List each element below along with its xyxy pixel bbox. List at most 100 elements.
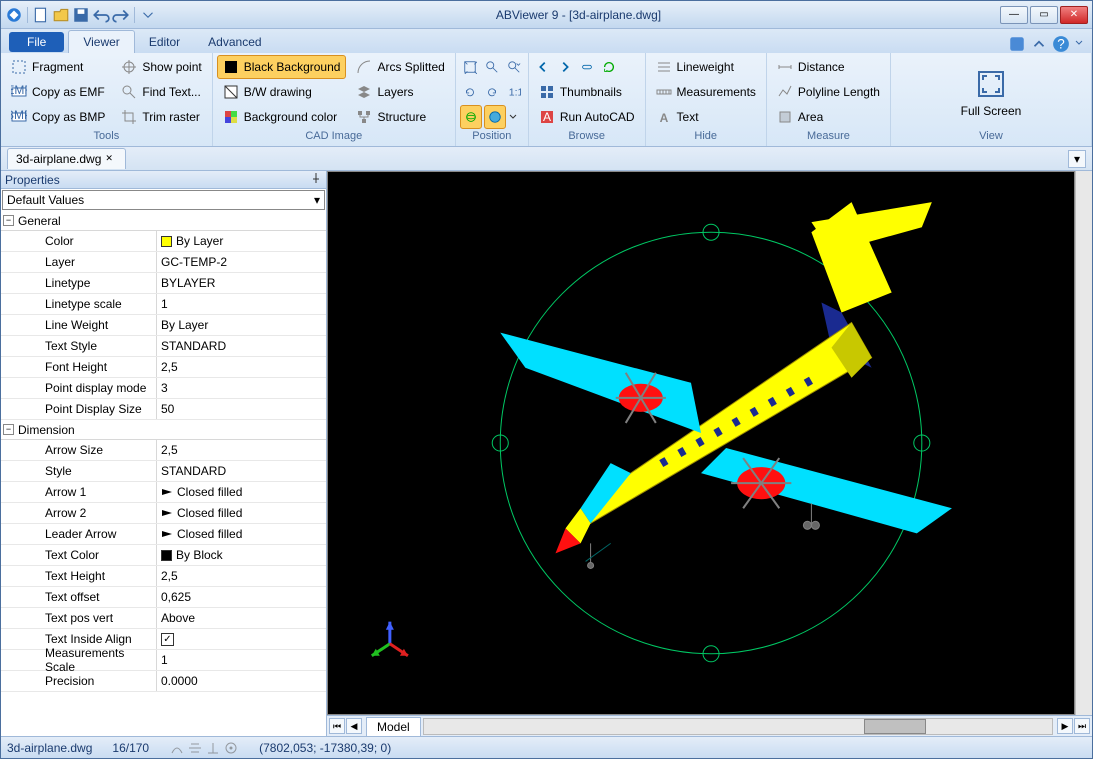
fragment-button[interactable]: Fragment xyxy=(5,55,111,79)
layers-button[interactable]: Layers xyxy=(350,80,450,104)
property-row[interactable]: Arrow Size2,5 xyxy=(1,440,326,461)
document-tab[interactable]: 3d-airplane.dwg ✕ xyxy=(7,148,126,169)
app-icon xyxy=(5,6,23,24)
chevron-up-icon[interactable] xyxy=(1030,35,1048,53)
full-screen-button[interactable]: Full Screen xyxy=(956,55,1026,130)
run-autocad-button[interactable]: ARun AutoCAD xyxy=(533,105,641,129)
model-tab[interactable]: Model xyxy=(366,717,421,736)
fit-button[interactable] xyxy=(460,55,480,79)
scale-button[interactable]: 1:1 xyxy=(504,80,524,104)
next-button[interactable] xyxy=(555,55,575,79)
viewport-wrap: ⏮ ◀ Model ▶ ⏭ xyxy=(327,171,1092,736)
arcs-splitted-button[interactable]: Arcs Splitted xyxy=(350,55,450,79)
property-row[interactable]: ColorBy Layer xyxy=(1,231,326,252)
distance-button[interactable]: Distance xyxy=(771,55,886,79)
property-row[interactable]: Line WeightBy Layer xyxy=(1,315,326,336)
help-dropdown-icon[interactable] xyxy=(1074,35,1084,53)
property-section-header[interactable]: −General xyxy=(1,211,326,231)
black-background-button[interactable]: Black Background xyxy=(217,55,347,79)
property-row[interactable]: Text pos vertAbove xyxy=(1,608,326,629)
menu-editor[interactable]: Editor xyxy=(135,31,194,53)
collapse-icon[interactable]: − xyxy=(3,424,14,435)
undo-icon[interactable] xyxy=(92,6,110,24)
structure-button[interactable]: Structure xyxy=(350,105,450,129)
find-text-button[interactable]: Find Text... xyxy=(115,80,207,104)
property-key: Line Weight xyxy=(1,315,157,335)
copy-emf-button[interactable]: EMFCopy as EMF xyxy=(5,80,111,104)
collapse-icon[interactable]: − xyxy=(3,215,14,226)
close-button[interactable]: ✕ xyxy=(1060,6,1088,24)
style-icon[interactable] xyxy=(1008,35,1026,53)
last-layout-button[interactable]: ⏭ xyxy=(1074,718,1090,734)
property-row[interactable]: Font Height2,5 xyxy=(1,357,326,378)
reload-button[interactable] xyxy=(599,55,619,79)
thumbnails-button[interactable]: Thumbnails xyxy=(533,80,641,104)
bw-drawing-button[interactable]: B/W drawing xyxy=(217,80,347,104)
properties-selector[interactable]: Default Values ▾ xyxy=(2,190,325,210)
zoom-dropdown[interactable] xyxy=(504,55,524,79)
close-tab-icon[interactable]: ✕ xyxy=(105,153,117,165)
property-row[interactable]: LinetypeBYLAYER xyxy=(1,273,326,294)
rotate-cw-button[interactable] xyxy=(482,80,502,104)
property-row[interactable]: Text ColorBy Block xyxy=(1,545,326,566)
refresh-button[interactable] xyxy=(577,55,597,79)
tab-overflow-button[interactable]: ▾ xyxy=(1068,150,1086,168)
show-point-button[interactable]: Show point xyxy=(115,55,207,79)
lineweight-button[interactable]: Lineweight xyxy=(650,55,762,79)
property-row[interactable]: Measurements Scale1 xyxy=(1,650,326,671)
open-icon[interactable] xyxy=(52,6,70,24)
trim-raster-button[interactable]: Trim raster xyxy=(115,105,207,129)
snap-grid-icon[interactable] xyxy=(187,740,203,756)
scrollbar-thumb[interactable] xyxy=(864,719,927,734)
property-row[interactable]: StyleSTANDARD xyxy=(1,461,326,482)
qat-dropdown-icon[interactable] xyxy=(139,6,157,24)
view3d-dropdown-icon[interactable] xyxy=(508,105,518,129)
horizontal-scrollbar[interactable] xyxy=(423,718,1053,735)
new-icon[interactable] xyxy=(32,6,50,24)
orbit-button[interactable] xyxy=(460,105,482,129)
prev-layout-button[interactable]: ◀ xyxy=(346,718,362,734)
next-layout-button[interactable]: ▶ xyxy=(1057,718,1073,734)
viewport-3d[interactable] xyxy=(327,171,1075,715)
save-icon[interactable] xyxy=(72,6,90,24)
snap-perp-icon[interactable] xyxy=(205,740,221,756)
bg-color-button[interactable]: Background color xyxy=(217,105,347,129)
polyline-length-button[interactable]: Polyline Length xyxy=(771,80,886,104)
menu-advanced[interactable]: Advanced xyxy=(194,31,275,53)
property-row[interactable]: Text Height2,5 xyxy=(1,566,326,587)
pin-icon[interactable] xyxy=(310,172,322,187)
prev-button[interactable] xyxy=(533,55,553,79)
area-button[interactable]: Area xyxy=(771,105,886,129)
property-row[interactable]: Text offset0,625 xyxy=(1,587,326,608)
property-row[interactable]: Leader ArrowClosed filled xyxy=(1,524,326,545)
property-row[interactable]: Point display mode3 xyxy=(1,378,326,399)
property-row[interactable]: Point Display Size50 xyxy=(1,399,326,420)
menu-viewer[interactable]: Viewer xyxy=(68,30,134,53)
redo-icon[interactable] xyxy=(112,6,130,24)
svg-text:1:1: 1:1 xyxy=(509,87,521,99)
maximize-button[interactable]: ▭ xyxy=(1030,6,1058,24)
snap-endpoint-icon[interactable] xyxy=(169,740,185,756)
checkbox-checked-icon[interactable]: ✓ xyxy=(161,633,174,646)
property-row[interactable]: LayerGC-TEMP-2 xyxy=(1,252,326,273)
menu-file[interactable]: File xyxy=(9,32,64,52)
property-row[interactable]: Arrow 1Closed filled xyxy=(1,482,326,503)
property-section-header[interactable]: −Dimension xyxy=(1,420,326,440)
snap-object-icon[interactable] xyxy=(223,740,239,756)
property-row[interactable]: Arrow 2Closed filled xyxy=(1,503,326,524)
property-row[interactable]: Linetype scale1 xyxy=(1,294,326,315)
rotate-ccw-button[interactable] xyxy=(460,80,480,104)
zoom-button[interactable] xyxy=(482,55,502,79)
view3d-button[interactable] xyxy=(484,105,506,129)
copy-bmp-button[interactable]: BMPCopy as BMP xyxy=(5,105,111,129)
property-row[interactable]: Text StyleSTANDARD xyxy=(1,336,326,357)
first-layout-button[interactable]: ⏮ xyxy=(329,718,345,734)
measurements-button[interactable]: Measurements xyxy=(650,80,762,104)
property-value: STANDARD xyxy=(161,464,226,478)
help-icon[interactable]: ? xyxy=(1052,35,1070,53)
minimize-button[interactable]: — xyxy=(1000,6,1028,24)
bmp-icon: BMP xyxy=(11,109,27,125)
text-button[interactable]: AText xyxy=(650,105,762,129)
vertical-scrollbar[interactable] xyxy=(1075,171,1092,715)
property-row[interactable]: Precision0.0000 xyxy=(1,671,326,692)
